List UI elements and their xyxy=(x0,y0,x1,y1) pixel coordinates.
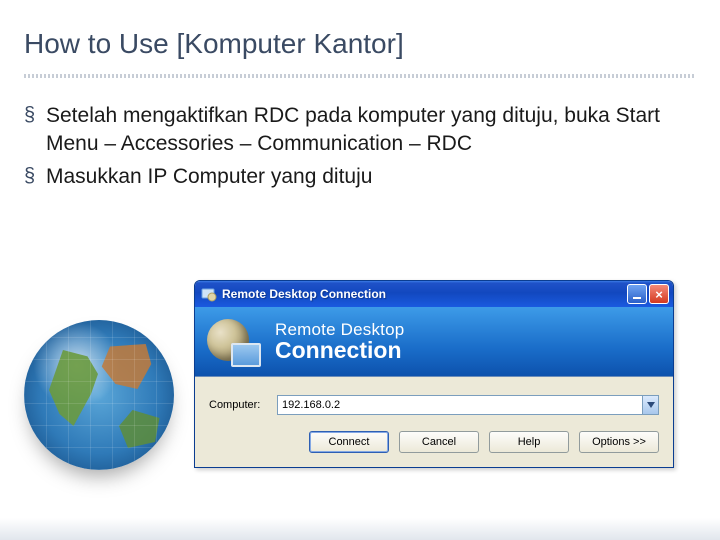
rdc-app-icon xyxy=(201,286,217,302)
slide: How to Use [Komputer Kantor] Setelah men… xyxy=(0,0,720,540)
computer-combobox[interactable] xyxy=(277,395,659,415)
window-controls: × xyxy=(627,284,669,304)
globe-image xyxy=(24,320,184,480)
window-title: Remote Desktop Connection xyxy=(222,287,627,301)
rdc-window: Remote Desktop Connection × Remote Deskt… xyxy=(194,280,674,468)
bullet-item: Masukkan IP Computer yang dituju xyxy=(24,163,696,191)
cancel-button[interactable]: Cancel xyxy=(399,431,479,453)
bullet-item: Setelah mengaktifkan RDC pada komputer y… xyxy=(24,102,696,159)
computer-label: Computer: xyxy=(209,399,263,411)
computer-field-row: Computer: xyxy=(195,377,673,423)
window-titlebar[interactable]: Remote Desktop Connection × xyxy=(195,281,673,307)
help-button[interactable]: Help xyxy=(489,431,569,453)
close-button[interactable]: × xyxy=(649,284,669,304)
slide-title: How to Use [Komputer Kantor] xyxy=(24,28,696,60)
rdc-banner: Remote Desktop Connection xyxy=(195,307,673,377)
rdc-banner-icon xyxy=(207,315,261,369)
rdc-banner-text: Remote Desktop Connection xyxy=(275,321,404,363)
chevron-down-icon xyxy=(647,402,655,408)
bullet-list: Setelah mengaktifkan RDC pada komputer y… xyxy=(24,102,696,191)
banner-line2: Connection xyxy=(275,338,404,362)
minimize-button[interactable] xyxy=(627,284,647,304)
banner-line1: Remote Desktop xyxy=(275,321,404,339)
computer-dropdown-button[interactable] xyxy=(642,396,658,414)
options-button[interactable]: Options >> xyxy=(579,431,659,453)
computer-input[interactable] xyxy=(278,396,642,414)
button-row: Connect Cancel Help Options >> xyxy=(195,423,673,467)
connect-button[interactable]: Connect xyxy=(309,431,389,453)
title-divider xyxy=(24,74,696,78)
